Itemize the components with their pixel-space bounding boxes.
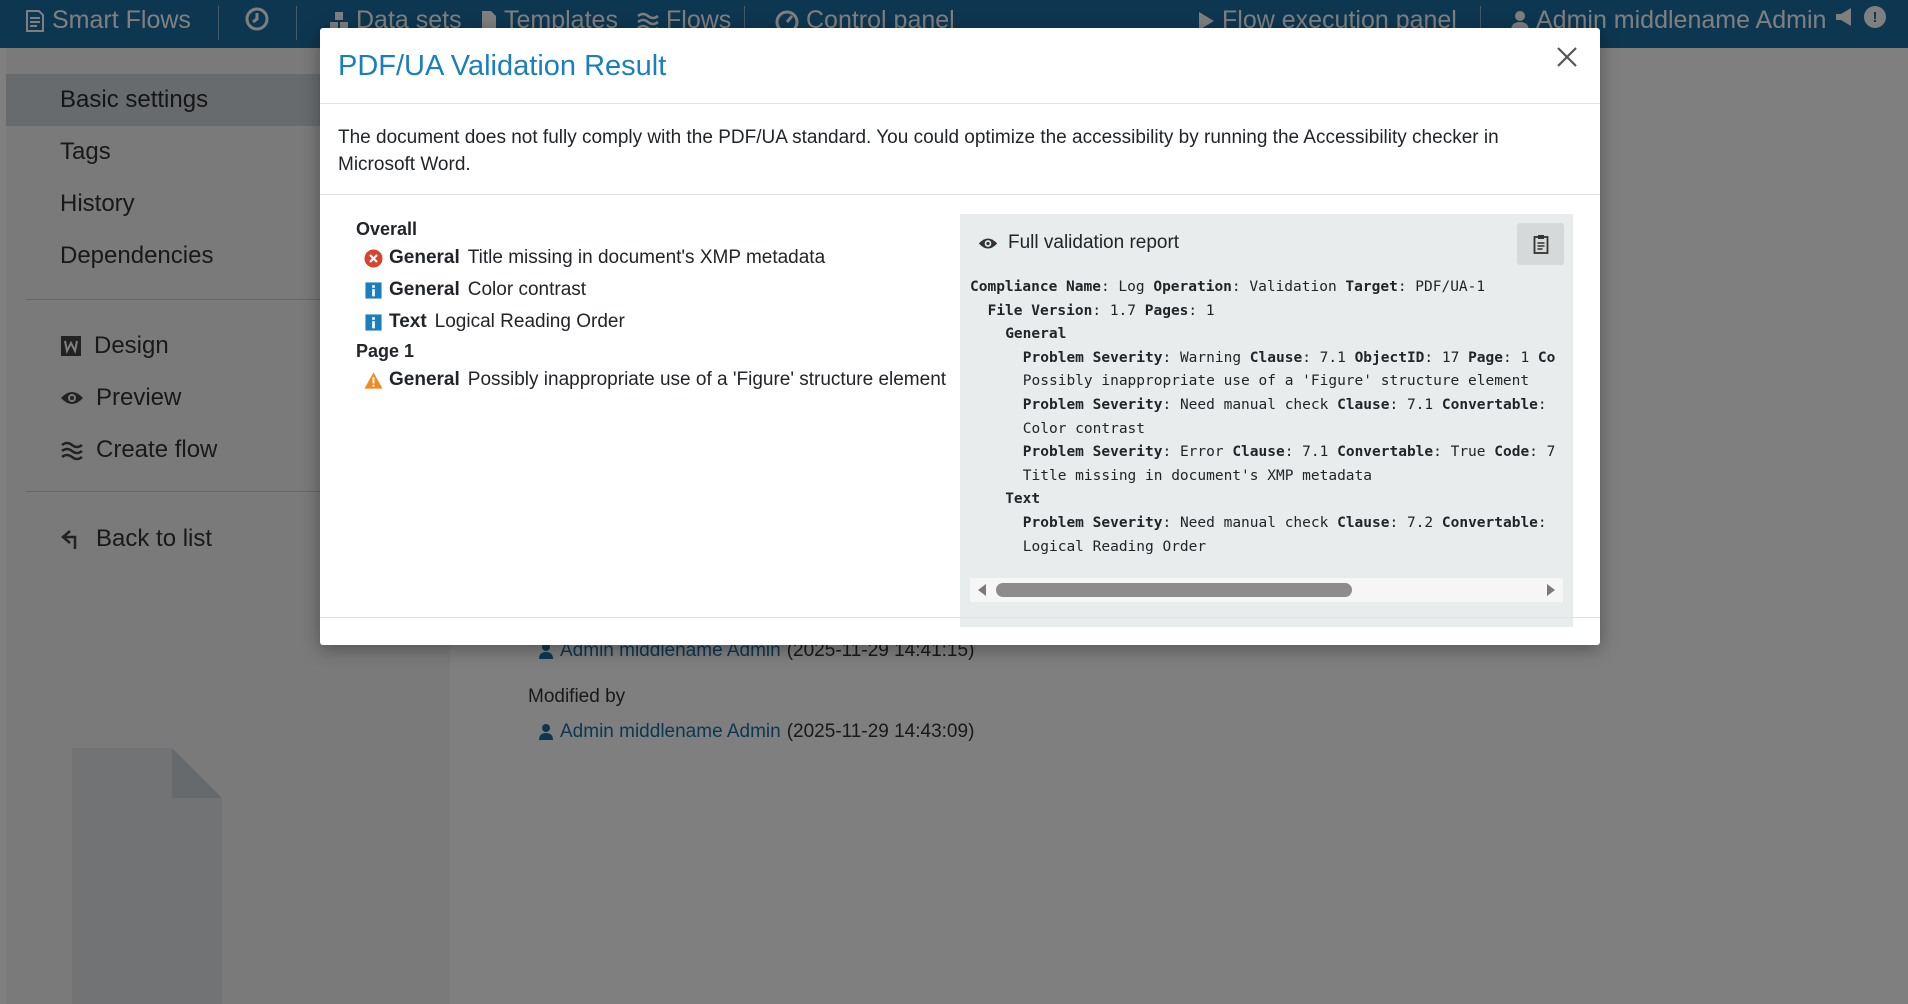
issue-category: General xyxy=(389,369,460,390)
report-line: Color contrast xyxy=(1022,420,1146,437)
error-icon xyxy=(364,249,383,268)
report-line: Compliance Name: Log Operation: Validati… xyxy=(970,279,1486,295)
issue-message: Possibly inappropriate use of a 'Figure'… xyxy=(467,369,947,390)
report-heading: Full validation report xyxy=(978,232,1179,254)
issue-item: General Possibly inappropriate use of a '… xyxy=(356,364,956,396)
info-icon xyxy=(364,313,383,332)
report-heading-label: Full validation report xyxy=(1008,232,1180,253)
report-line: General xyxy=(1005,326,1067,343)
close-icon[interactable] xyxy=(1552,42,1582,72)
issue-item: Text Logical Reading Order xyxy=(356,306,956,338)
issue-message: Title missing in document's XMP metadata xyxy=(467,247,826,268)
issue-category: Text xyxy=(389,311,427,332)
divider xyxy=(320,194,1600,195)
modal-header: PDF/UA Validation Result xyxy=(320,28,1600,104)
issue-item: General Color contrast xyxy=(356,274,956,306)
warning-icon xyxy=(364,371,383,390)
issue-group-title: Page 1 xyxy=(356,341,415,361)
horizontal-scrollbar[interactable] xyxy=(970,578,1563,602)
scrollbar-thumb[interactable] xyxy=(996,583,1352,597)
scroll-left-arrow[interactable] xyxy=(978,584,986,596)
report-text: Compliance Name: Log Operation: Validati… xyxy=(970,276,1563,576)
issue-message: Color contrast xyxy=(467,279,587,300)
issue-category: General xyxy=(389,279,460,300)
report-line: File Version: 1.7 Pages: 1 xyxy=(987,302,1215,319)
scroll-right-arrow[interactable] xyxy=(1547,584,1555,596)
report-line: Problem Severity: Need manual check Clau… xyxy=(1022,396,1547,413)
issue-message: Logical Reading Order xyxy=(434,311,625,332)
validation-result-modal: PDF/UA Validation Result The document do… xyxy=(320,28,1600,645)
issue-item: General Title missing in document's XMP m… xyxy=(356,242,956,274)
full-validation-report: Full validation report Compliance Name: … xyxy=(960,214,1573,627)
report-line: Problem Severity: Warning Clause: 7.1 Ob… xyxy=(1022,349,1556,366)
report-line: Logical Reading Order xyxy=(1022,538,1207,555)
eye-icon xyxy=(978,238,998,248)
modal-title: PDF/UA Validation Result xyxy=(338,50,667,82)
info-icon xyxy=(364,281,383,300)
clipboard-icon xyxy=(1533,235,1548,254)
report-line: Problem Severity: Error Clause: 7.1 Conv… xyxy=(1022,444,1556,461)
copy-report-button[interactable] xyxy=(1517,223,1564,265)
issue-list: Overall General Title missing in document'… xyxy=(356,216,956,396)
report-line: Title missing in document's XMP metadata xyxy=(1022,467,1372,484)
issue-category: General xyxy=(389,247,460,268)
issue-group-title: Overall xyxy=(356,219,418,239)
report-line: Possibly inappropriate use of a 'Figure'… xyxy=(1022,373,1530,390)
modal-intro-text: The document does not fully comply with … xyxy=(338,127,1499,175)
divider xyxy=(320,617,1600,618)
report-line: Text xyxy=(1005,491,1041,508)
report-line: Problem Severity: Need manual check Clau… xyxy=(1022,514,1547,531)
